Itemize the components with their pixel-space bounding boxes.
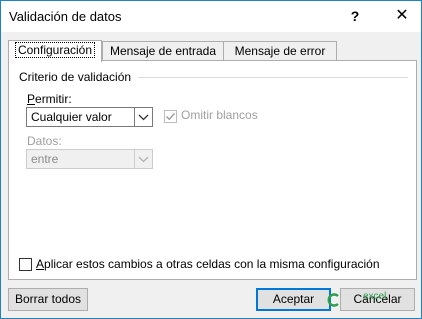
watermark-icon	[327, 293, 339, 307]
tab-mensaje-entrada-label: Mensaje de entrada	[109, 44, 217, 58]
data-dropdown-arrow[interactable]	[134, 150, 152, 168]
tab-configuracion-label: Configuración	[14, 42, 96, 58]
tab-mensaje-error-label: Mensaje de error	[234, 44, 326, 58]
apply-all-label-rest: plicar estos cambios a otras celdas con …	[44, 257, 380, 271]
apply-all-accesskey: A	[36, 257, 45, 271]
help-icon: ?	[350, 8, 360, 24]
data-validation-dialog: Validación de datos ? ✕ Configuración Me…	[0, 0, 422, 319]
ignore-blank-checkbox[interactable]	[164, 110, 177, 123]
apply-all-checkbox[interactable]	[19, 258, 32, 271]
validation-criteria-heading: Criterio de validación	[19, 70, 132, 84]
tab-configuracion[interactable]: Configuración	[8, 40, 102, 62]
ok-button[interactable]: Aceptar	[256, 288, 331, 311]
data-label: Datos:	[27, 134, 62, 148]
title-bar[interactable]: Validación de datos ? ✕	[1, 1, 421, 32]
group-divider	[138, 77, 408, 78]
data-dropdown[interactable]: entre	[26, 149, 153, 169]
watermark-text: excel	[363, 291, 387, 302]
allow-dropdown[interactable]: Cualquier valor	[26, 107, 153, 127]
allow-label: Permitir:	[27, 92, 72, 106]
apply-all-label: Aplicar estos cambios a otras celdas con…	[36, 257, 380, 271]
tab-mensaje-entrada[interactable]: Mensaje de entrada	[102, 41, 224, 61]
clear-all-button[interactable]: Borrar todos	[8, 288, 88, 311]
allow-label-accesskey: P	[27, 92, 36, 106]
ignore-blank-label: Omitir blancos	[181, 108, 258, 122]
watermark-logo: excel	[327, 291, 386, 307]
help-button[interactable]: ?	[341, 3, 369, 29]
close-button[interactable]: ✕	[386, 3, 418, 29]
tab-mensaje-error[interactable]: Mensaje de error	[223, 41, 337, 61]
allow-dropdown-arrow[interactable]	[134, 108, 152, 126]
checkmark-icon	[165, 112, 176, 121]
allow-label-rest: ermitir:	[35, 92, 72, 106]
chevron-down-icon	[138, 114, 149, 121]
configuration-panel: Criterio de validación Permitir: Cualqui…	[8, 60, 417, 280]
data-dropdown-value: entre	[31, 152, 59, 166]
chevron-down-icon	[138, 156, 149, 163]
dialog-title: Validación de datos	[9, 9, 122, 24]
allow-dropdown-value: Cualquier valor	[31, 110, 112, 124]
close-icon: ✕	[395, 7, 409, 24]
